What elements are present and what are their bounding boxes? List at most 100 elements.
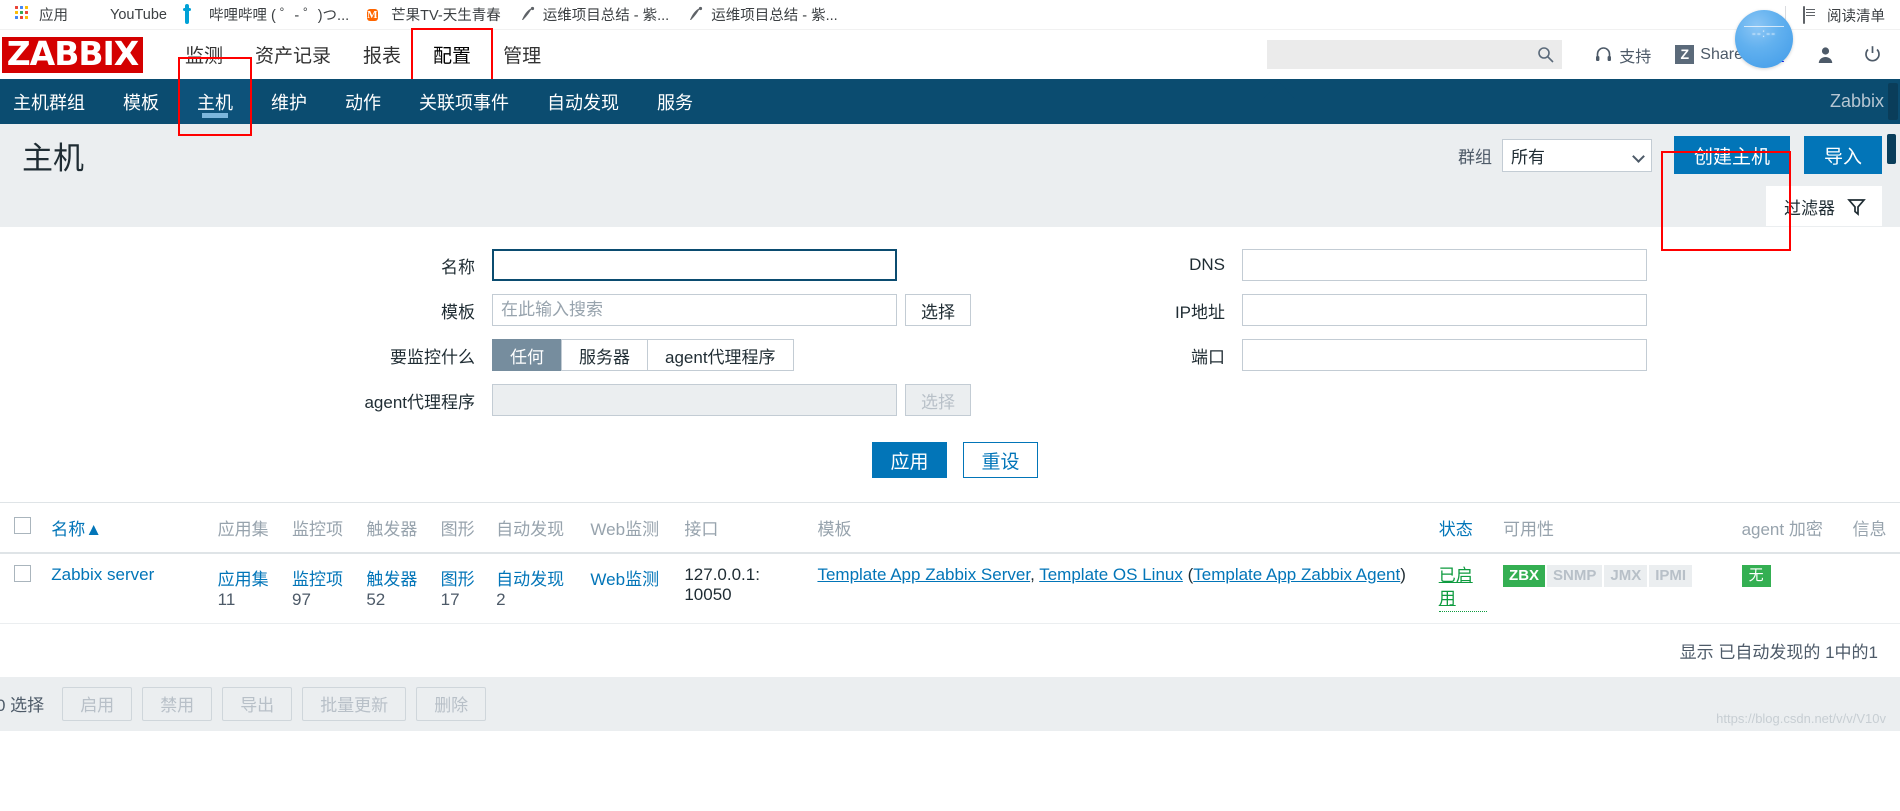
subnav-item-hosts[interactable]: 主机: [178, 57, 252, 136]
td-triggers: 触发器 52: [358, 553, 433, 624]
disable-button[interactable]: 禁用: [142, 686, 213, 721]
template-link-3[interactable]: Template App Zabbix Agent: [1193, 565, 1400, 584]
filter-monitored-by-proxy[interactable]: agent代理程序: [647, 339, 794, 371]
filter-template-input[interactable]: [492, 294, 897, 326]
row-checkbox[interactable]: [14, 565, 31, 582]
share-label: Share: [1700, 45, 1743, 63]
subnav-item-services[interactable]: 服务: [638, 79, 712, 124]
bookmark-youtube[interactable]: YouTube: [77, 3, 176, 26]
host-name-link[interactable]: Zabbix server: [51, 565, 154, 584]
subnav-item-actions[interactable]: 动作: [326, 79, 400, 124]
bookmark-mangotv[interactable]: M 芒果TV-天生青春: [358, 1, 510, 28]
triggers-link[interactable]: 触发器: [366, 570, 417, 589]
applications-link[interactable]: 应用集: [218, 570, 269, 589]
filter-dns-label: DNS: [1189, 255, 1225, 274]
bookmark-csdn-1[interactable]: 运维项目总结 - 紫...: [510, 1, 678, 28]
selected-count-label: 0 选择: [0, 696, 45, 716]
csdn-icon: [687, 6, 704, 23]
graphs-link[interactable]: 图形: [441, 570, 475, 589]
group-filter-select[interactable]: 所有: [1501, 138, 1652, 172]
enable-button[interactable]: 启用: [62, 686, 133, 721]
availability-jmx[interactable]: JMX: [1604, 565, 1648, 587]
main-navigation: 监测 资产记录 报表 配置 管理: [169, 28, 557, 82]
bookmark-bilibili[interactable]: 哔哩哔哩 ( ゜- ゜)つ...: [176, 1, 358, 28]
subnav-item-label: 主机: [197, 92, 233, 113]
global-search[interactable]: [1267, 40, 1563, 69]
filter-tab-row: 过滤器: [0, 186, 1900, 226]
availability-snmp[interactable]: SNMP: [1547, 565, 1603, 587]
availability-zbx[interactable]: ZBX: [1503, 565, 1546, 587]
filter-monitored-by-any[interactable]: 任何: [492, 339, 562, 371]
search-icon[interactable]: [1537, 46, 1554, 63]
filter-monitored-by-server[interactable]: 服务器: [561, 339, 648, 371]
th-status[interactable]: 状态: [1430, 503, 1496, 554]
filter-monitored-by-radioset: 任何 服务器 agent代理程序: [492, 339, 794, 371]
apply-button[interactable]: 应用: [872, 442, 947, 478]
nav-item-configuration[interactable]: 配置: [411, 28, 494, 82]
bookmark-apps[interactable]: 应用: [6, 1, 77, 28]
items-link[interactable]: 监控项: [292, 570, 343, 589]
scrollbar-thumb[interactable]: [1888, 83, 1898, 120]
hosts-table: 名称▲ 应用集 监控项 触发器 图形 自动发现 Web监测 接口 模板 状态 可…: [0, 503, 1900, 624]
nav-item-inventory[interactable]: 资产记录: [239, 36, 347, 73]
subnav-item-correlation[interactable]: 关联项事件: [400, 79, 528, 124]
th-info: 信息: [1844, 503, 1900, 554]
scrollbar-thumb-page[interactable]: [1887, 134, 1896, 164]
bookmark-label: 运维项目总结 - 紫...: [711, 8, 838, 24]
web-link[interactable]: Web监测: [590, 570, 659, 589]
td-graphs: 图形 17: [432, 553, 489, 624]
filter-dns-input[interactable]: [1242, 249, 1647, 281]
filter-ip-input[interactable]: [1242, 294, 1647, 326]
search-input[interactable]: [1277, 45, 1538, 64]
template-link-1[interactable]: Template App Zabbix Server: [817, 565, 1030, 584]
share-link[interactable]: Z Share: [1663, 45, 1755, 64]
nav-item-monitoring[interactable]: 监测: [169, 36, 239, 73]
nav-item-administration[interactable]: 管理: [487, 36, 557, 73]
th-templates: 模板: [809, 503, 1431, 554]
filter-tab[interactable]: 过滤器: [1766, 186, 1882, 226]
subnav-item-maintenance[interactable]: 维护: [252, 79, 326, 124]
signout-button[interactable]: [1849, 45, 1896, 64]
subnav-item-host-groups[interactable]: 主机群组: [0, 79, 104, 124]
bookmark-csdn-2[interactable]: 运维项目总结 - 紫...: [678, 1, 846, 28]
graphs-count: 17: [440, 590, 460, 609]
status-toggle-link[interactable]: 已启用: [1438, 565, 1488, 612]
filter-template-select-button[interactable]: 选择: [905, 294, 971, 326]
filter-field-ip: IP地址: [1102, 294, 1647, 326]
nav-item-reports[interactable]: 报表: [347, 36, 417, 73]
import-button[interactable]: 导入: [1803, 136, 1882, 174]
export-button[interactable]: 导出: [222, 686, 293, 721]
filter-name-input[interactable]: [492, 249, 897, 281]
create-host-button[interactable]: 创建主机: [1673, 136, 1790, 174]
th-name[interactable]: 名称▲: [43, 503, 210, 554]
bookmark-label: 芒果TV-天生青春: [391, 8, 501, 24]
availability-ipmi[interactable]: IPMI: [1649, 565, 1693, 587]
template-paren-open: (: [1182, 565, 1194, 584]
delete-button[interactable]: 删除: [416, 686, 487, 721]
page-bottom-fill: [0, 730, 1900, 749]
filter-ip-label: IP地址: [1174, 302, 1225, 322]
help-button[interactable]: ?: [1755, 45, 1802, 64]
filter-proxy-input: [492, 384, 897, 416]
select-all-checkbox[interactable]: [14, 516, 31, 534]
subnav-item-templates[interactable]: 模板: [104, 79, 178, 124]
reading-list-label: 阅读清单: [1827, 8, 1885, 25]
page-title: 主机: [22, 140, 84, 176]
filter-port-label: 端口: [1191, 347, 1225, 367]
filter-port-input[interactable]: [1242, 339, 1647, 371]
filter-name-label: 名称: [441, 257, 475, 277]
nav-item-label: 配置: [433, 46, 472, 67]
user-profile-button[interactable]: [1802, 45, 1849, 64]
template-link-2[interactable]: Template OS Linux: [1039, 565, 1183, 584]
subnav-item-discovery[interactable]: 自动发现: [528, 79, 638, 124]
mass-update-button[interactable]: 批量更新: [302, 686, 407, 721]
discovery-link[interactable]: 自动发现: [496, 570, 564, 589]
reset-button[interactable]: 重设: [963, 442, 1038, 478]
td-select: [0, 553, 44, 624]
items-count: 97: [292, 590, 311, 609]
discovery-count: 2: [496, 590, 506, 609]
template-paren-close: ): [1400, 565, 1406, 584]
reading-list-button[interactable]: 阅读清单: [1794, 2, 1894, 29]
zabbix-logo[interactable]: ZABBIX: [2, 36, 143, 73]
support-link[interactable]: 支持: [1582, 43, 1663, 67]
